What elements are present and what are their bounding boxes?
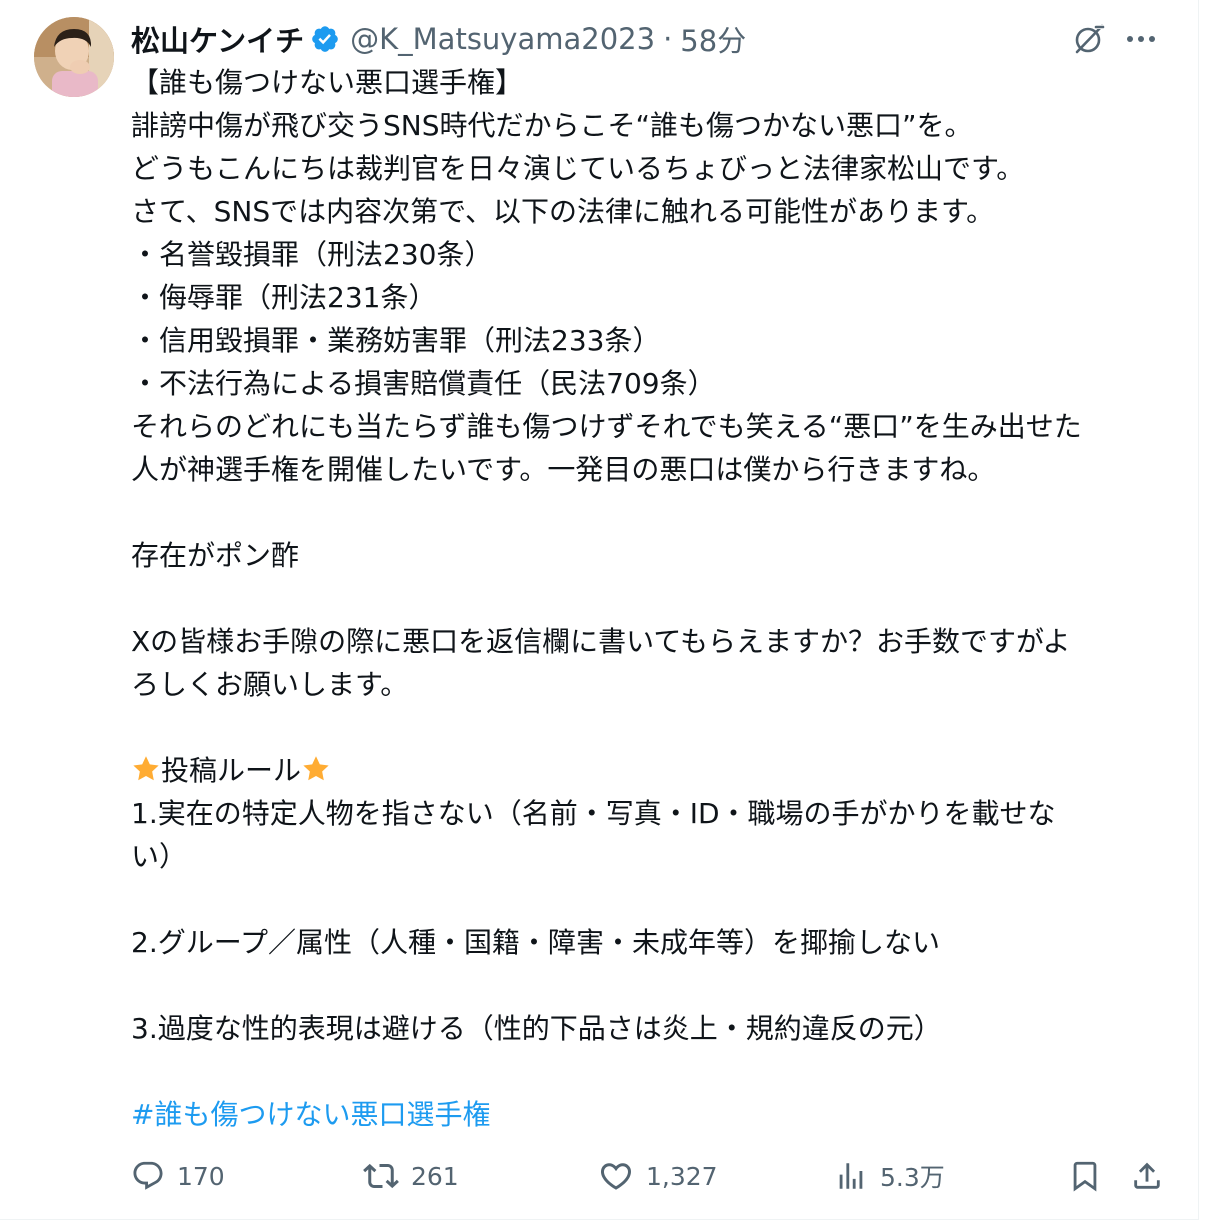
tweet-header: 松山ケンイチ @K_Matsuyama2023 · 58分 xyxy=(131,17,1161,61)
action-bar: 170 261 1,327 5.3万 xyxy=(131,1154,1166,1198)
rules-heading-label: 投稿ルール xyxy=(161,754,302,787)
star-emoji-icon xyxy=(133,756,159,781)
text-line: どうもこんにちは裁判官を日々演じているちょびっと法律家松山です。 xyxy=(131,152,1025,185)
bookmark-button[interactable] xyxy=(1068,1154,1114,1198)
rules-heading: 投稿ルール xyxy=(131,749,1161,792)
text-line: 3.過度な性的表現は避ける（性的下品さは炎上・規約違反の元） xyxy=(131,1012,942,1045)
text-line: 存在がポン酢 xyxy=(131,539,300,572)
like-count: 1,327 xyxy=(646,1161,718,1191)
views-button[interactable]: 5.3万 xyxy=(834,1154,945,1198)
text-line: 2.グループ／属性（人種・国籍・障害・未成年等）を揶揄しない xyxy=(131,926,941,959)
more-button[interactable] xyxy=(1121,19,1161,59)
grok-icon xyxy=(1075,24,1105,54)
text-line: ・名誉毀損罪（刑法230条） xyxy=(131,238,493,271)
avatar[interactable] xyxy=(34,17,114,97)
star-emoji-icon xyxy=(303,756,329,781)
repost-count: 261 xyxy=(411,1161,459,1191)
text-line: 誹謗中傷が飛び交うSNS時代だからこそ“誰も傷つかない悪口”を。 xyxy=(131,109,973,142)
text-line: 【誰も傷つけない悪口選手権】 xyxy=(131,66,524,99)
header-actions xyxy=(1057,17,1161,61)
share-button[interactable] xyxy=(1130,1154,1176,1198)
tweet-text: 【誰も傷つけない悪口選手権】 誹謗中傷が飛び交うSNS時代だからこそ“誰も傷つか… xyxy=(131,61,1161,1136)
text-line: ・信用毀損罪・業務妨害罪（刑法233条） xyxy=(131,324,661,357)
like-button[interactable]: 1,327 xyxy=(598,1154,718,1198)
text-line: ・不法行為による損害賠償責任（民法709条） xyxy=(131,367,716,400)
view-count: 5.3万 xyxy=(880,1163,945,1192)
hashtag-link[interactable]: #誰も傷つけない悪口選手権 xyxy=(131,1098,490,1131)
user-handle[interactable]: @K_Matsuyama2023 xyxy=(350,22,655,56)
more-icon xyxy=(1127,36,1155,42)
reply-count: 170 xyxy=(177,1161,225,1191)
avatar-photo xyxy=(34,17,114,97)
text-line: 1.実在の特定人物を指さない（名前・写真・ID・職場の手がかりを載せな xyxy=(131,797,1056,830)
display-name[interactable]: 松山ケンイチ xyxy=(131,18,304,60)
grok-button[interactable] xyxy=(1069,19,1109,59)
text-line: Xの皆様お手隙の際に悪口を返信欄に書いてもらえますか？お手数ですがよ xyxy=(131,625,1071,658)
text-line: ・侮辱罪（刑法231条） xyxy=(131,281,437,314)
share-icon xyxy=(1134,1162,1160,1189)
reply-icon xyxy=(133,1161,163,1190)
text-line: ろしくお願いします。 xyxy=(131,668,409,701)
bookmark-icon xyxy=(1073,1161,1097,1192)
repost-button[interactable]: 261 xyxy=(363,1154,459,1198)
heart-icon xyxy=(600,1163,632,1190)
views-icon xyxy=(839,1163,863,1189)
verified-badge-icon[interactable] xyxy=(310,24,340,54)
text-line: さて、SNSでは内容次第で、以下の法律に触れる可能性があります。 xyxy=(131,195,995,228)
separator-dot: · xyxy=(663,22,673,56)
post-time[interactable]: 58分 xyxy=(680,18,746,60)
repost-icon xyxy=(363,1163,399,1189)
text-line: い） xyxy=(131,840,188,873)
text-line: 人が神選手権を開催したいです。一発目の悪口は僕から行きますね。 xyxy=(131,453,996,486)
reply-button[interactable]: 170 xyxy=(131,1154,225,1198)
tweet-content: 松山ケンイチ @K_Matsuyama2023 · 58分 【誰も傷つけない悪口… xyxy=(131,17,1161,1136)
text-line: それらのどれにも当たらず誰も傷つけずそれでも笑える“悪口”を生み出せた xyxy=(131,410,1082,443)
tweet-card[interactable]: 松山ケンイチ @K_Matsuyama2023 · 58分 【誰も傷つけない悪口… xyxy=(0,0,1199,1220)
